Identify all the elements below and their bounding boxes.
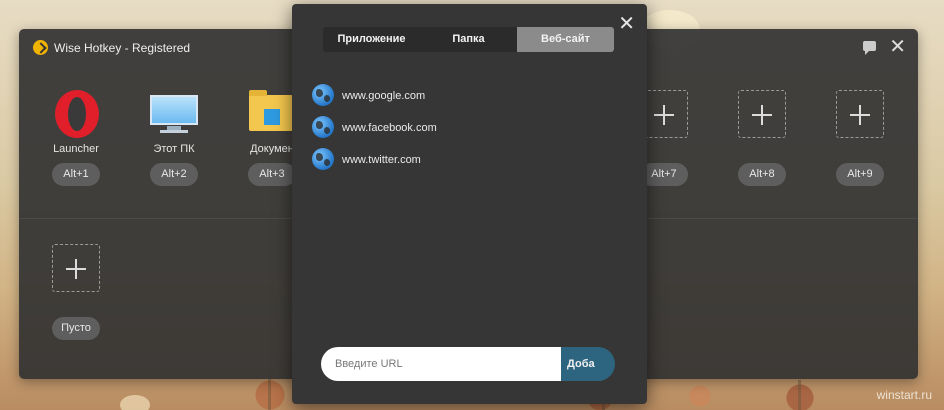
slot-label (825, 143, 895, 157)
url-input[interactable] (321, 347, 561, 381)
tab-website[interactable]: Веб-сайт (517, 27, 614, 52)
tab-folder[interactable]: Папка (420, 27, 517, 52)
background-bokeh (120, 395, 150, 410)
tab-application[interactable]: Приложение (323, 27, 420, 52)
slot-label: Launcher (53, 143, 99, 155)
hotkey-badge[interactable]: Alt+7 (640, 163, 688, 186)
close-icon[interactable]: ✕ (889, 36, 906, 56)
monitor-base (160, 130, 188, 133)
add-url-button[interactable]: Доба (561, 347, 615, 381)
background-stem (798, 380, 801, 410)
window-title: Wise Hotkey - Registered (54, 41, 191, 55)
url-entry: Доба (321, 347, 615, 381)
hotkey-badge[interactable]: Alt+9 (836, 163, 884, 186)
slot-label (41, 297, 111, 311)
opera-icon (55, 90, 99, 138)
plus-icon[interactable] (836, 90, 884, 138)
plus-icon[interactable] (52, 244, 100, 292)
feedback-icon[interactable] (863, 41, 876, 55)
hotkey-badge[interactable]: Alt+1 (52, 163, 100, 186)
hotkey-badge[interactable]: Alt+3 (248, 163, 296, 186)
hotkey-slot-8[interactable]: Alt+8 (727, 89, 797, 186)
hotkey-badge[interactable]: Alt+8 (738, 163, 786, 186)
folder-icon (249, 90, 293, 131)
add-shortcut-dialog: ✕ Приложение Папка Веб-сайт www.google.c… (292, 4, 647, 404)
url-text: www.google.com (342, 90, 426, 102)
url-text: www.twitter.com (342, 154, 421, 166)
hotkey-slot-empty[interactable]: Пусто (41, 243, 111, 340)
hotkey-badge[interactable]: Пусто (52, 317, 100, 340)
background-stem (268, 375, 271, 410)
globe-icon (312, 148, 334, 170)
hotkey-slot-1[interactable]: Launcher Alt+1 (41, 89, 111, 186)
close-icon[interactable]: ✕ (618, 11, 635, 35)
slot-label (727, 143, 797, 157)
globe-icon (312, 116, 334, 138)
watermark: winstart.ru (876, 388, 932, 402)
monitor-icon (150, 95, 198, 125)
plus-icon[interactable] (738, 90, 786, 138)
hotkey-slot-2[interactable]: Этот ПК Alt+2 (139, 89, 209, 186)
globe-icon (312, 84, 334, 106)
url-text: www.facebook.com (342, 122, 437, 134)
type-tabs: Приложение Папка Веб-сайт (323, 27, 614, 52)
plus-icon[interactable] (640, 90, 688, 138)
hotkey-badge[interactable]: Alt+2 (150, 163, 198, 186)
hotkey-slot-9[interactable]: Alt+9 (825, 89, 895, 186)
slot-label: Этот ПК (153, 143, 195, 155)
app-logo-icon (33, 40, 48, 55)
